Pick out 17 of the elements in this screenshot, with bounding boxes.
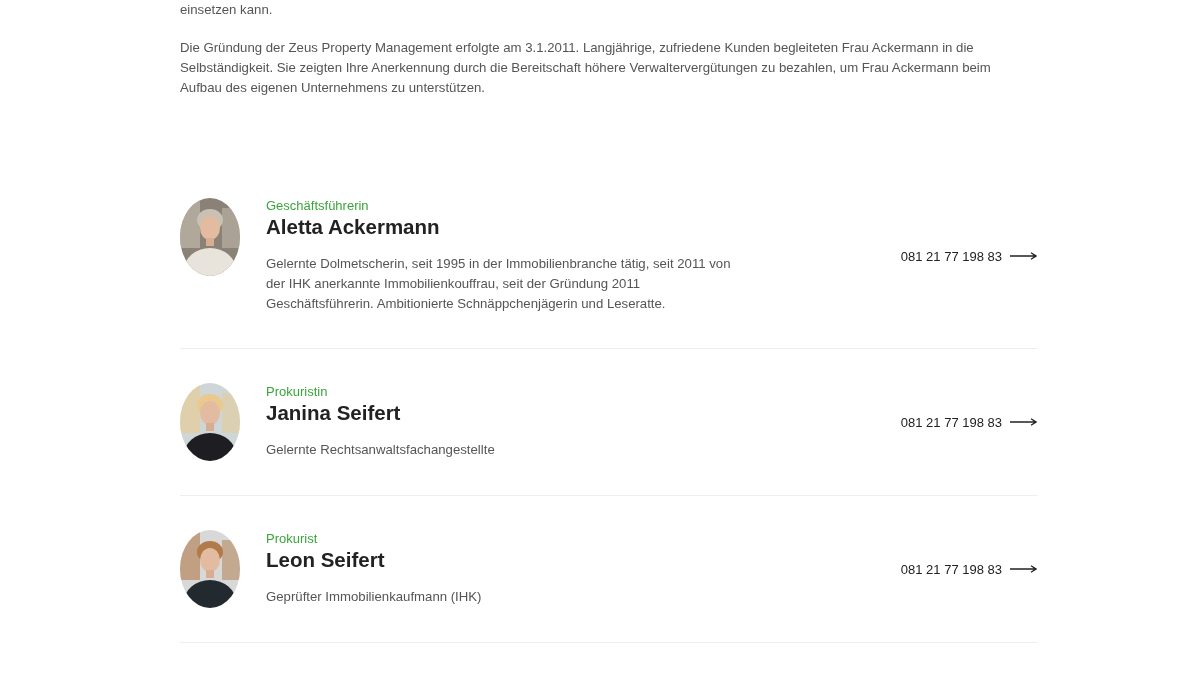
phone-number[interactable]: 081 21 77 198 83 xyxy=(900,248,1002,264)
description: Gelernte Dolmetscherin, seit 1995 in der Immobilienbranche tätig, seit 2011 von der IHK anerkannte Immobilienkouffrau, seit der Gründung 2011 Geschäftsführerin. Ambitionierte Schnäppchenjägerin und Leseratte. xyxy=(266,255,732,313)
arrow-icon[interactable] xyxy=(1010,565,1037,573)
description: Geprüfter Immobilienkaufmann (IHK) xyxy=(266,588,483,606)
job-title: Geschäftsführerin xyxy=(266,198,370,214)
arrow-icon[interactable] xyxy=(1010,252,1037,260)
person-name: Janina Seifert xyxy=(266,400,402,426)
arrow-icon[interactable] xyxy=(1010,418,1037,426)
phone-number[interactable]: 081 21 77 198 83 xyxy=(900,561,1002,577)
description: Gelernte Rechtsanwaltsfachangestellte xyxy=(266,441,496,459)
phone-number[interactable]: 081 21 77 198 83 xyxy=(900,414,1002,430)
paragraph: einsetzen kann. xyxy=(180,1,274,19)
person-name: Aletta Ackermann xyxy=(266,214,441,240)
person-name: Leon Seifert xyxy=(266,547,386,573)
paragraph: Die Gründung der Zeus Property Management erfolgte am 3.1.2011. Langjährige, zufriedene Kunden begleiteten Frau Ackermann in die Selbständigkeit. Sie zeigten Ihre Anerkennung durch die Bereitschaft höhere Verwaltervergütungen zu bezahlen, um Frau Ackermann beim Aufbau des eigenen Unternehmens zu unterstützen. xyxy=(180,39,992,97)
job-title: Prokuristin xyxy=(266,384,329,400)
job-title: Prokurist xyxy=(266,531,319,547)
